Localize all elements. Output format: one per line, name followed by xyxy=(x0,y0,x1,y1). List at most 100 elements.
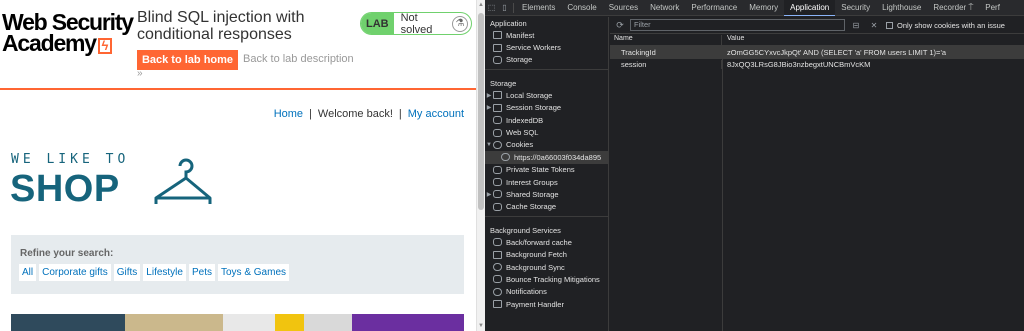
cookies-table: Name Value TrackingId zOmGG5CYxvcJkpQt' … xyxy=(610,35,1024,331)
nav-separator: | xyxy=(309,108,312,120)
section-background-services: Background Services xyxy=(490,225,561,235)
only-issues-checkbox[interactable] xyxy=(886,21,893,29)
cookie-value[interactable]: 8JxQQ3LRsG8JBio3nzbegxtUNCBmVcKM xyxy=(722,60,1024,69)
scroll-down-icon[interactable]: ▼ xyxy=(478,323,484,329)
cookie-value[interactable]: zOmGG5CYxvcJkpQt' AND (SELECT 'a' FROM u… xyxy=(722,48,1024,57)
sidebar-item-interest-groups[interactable]: Interest Groups xyxy=(485,176,608,188)
tab-application[interactable]: Application xyxy=(784,0,836,16)
scrollbar-thumb[interactable] xyxy=(478,13,484,210)
sync-icon xyxy=(493,250,502,259)
sidebar-item-bounce-tracking[interactable]: Bounce Tracking Mitigations xyxy=(485,273,608,285)
my-account-link[interactable]: My account xyxy=(408,108,464,120)
back-to-lab-home-button[interactable]: Back to lab home xyxy=(137,50,238,70)
card-icon xyxy=(493,300,502,309)
product-image[interactable] xyxy=(223,314,275,331)
bell-icon xyxy=(493,287,502,296)
tab-recorder[interactable]: Recorder ⍑ xyxy=(927,0,979,16)
tab-memory[interactable]: Memory xyxy=(743,0,784,16)
tab-sources[interactable]: Sources xyxy=(603,0,644,16)
scroll-up-icon[interactable]: ▲ xyxy=(478,2,484,8)
clear-filtered-icon[interactable]: ⊟ xyxy=(849,21,863,30)
lab-title: Blind SQL injection with conditional res… xyxy=(137,9,305,43)
sidebar-item-indexeddb[interactable]: IndexedDB xyxy=(485,114,608,126)
database-icon xyxy=(493,202,502,211)
chevron-right-icon: » xyxy=(137,68,143,79)
expand-arrow-icon[interactable]: ▶ xyxy=(485,191,493,198)
sidebar-item-session-storage[interactable]: ▶ Session Storage xyxy=(485,102,608,114)
filter-gifts[interactable]: Gifts xyxy=(113,264,141,281)
logo-line2: Academy xyxy=(2,30,97,56)
product-image[interactable] xyxy=(275,314,304,331)
delete-selected-icon[interactable]: ✕ xyxy=(867,21,881,30)
product-image[interactable] xyxy=(11,314,125,331)
cookie-name[interactable]: TrackingId xyxy=(610,47,722,57)
application-sidebar: Application Manifest Service Workers Sto… xyxy=(485,17,609,331)
column-header-value[interactable]: Value xyxy=(722,35,1024,45)
category-filters: All Corporate gifts Gifts Lifestyle Pets… xyxy=(19,264,290,281)
sync-icon xyxy=(493,263,502,272)
sidebar-item-background-fetch[interactable]: Background Fetch xyxy=(485,248,608,260)
section-application: Application xyxy=(490,18,527,28)
home-link[interactable]: Home xyxy=(274,108,303,120)
table-row[interactable]: session 8JxQQ3LRsG8JBio3nzbegxtUNCBmVcKM xyxy=(610,59,1024,72)
tab-performance[interactable]: Performance xyxy=(685,0,743,16)
sidebar-item-web-sql[interactable]: Web SQL xyxy=(485,126,608,138)
header-divider xyxy=(0,88,476,90)
inspect-element-icon[interactable]: ⬚ xyxy=(485,0,498,16)
product-image[interactable] xyxy=(304,314,352,331)
product-image[interactable] xyxy=(125,314,223,331)
tab-lighthouse[interactable]: Lighthouse xyxy=(876,0,927,16)
page-scrollbar[interactable]: ▲ ▼ xyxy=(476,0,485,331)
database-icon xyxy=(493,238,502,247)
collapse-arrow-icon[interactable]: ▼ xyxy=(485,142,493,148)
filter-pets[interactable]: Pets xyxy=(188,264,215,281)
grid-icon xyxy=(493,91,502,100)
table-row[interactable]: TrackingId zOmGG5CYxvcJkpQt' AND (SELECT… xyxy=(610,46,1024,59)
device-toolbar-icon[interactable]: ▯ xyxy=(498,0,511,16)
tab-console[interactable]: Console xyxy=(561,0,602,16)
filter-corporate-gifts[interactable]: Corporate gifts xyxy=(39,264,111,281)
shop-title: SHOP xyxy=(10,168,120,210)
cookie-icon xyxy=(493,140,502,149)
sidebar-item-private-state-tokens[interactable]: Private State Tokens xyxy=(485,164,608,176)
academy-logo[interactable]: Web Security Academy ϟ xyxy=(2,11,134,56)
sidebar-item-cache-storage[interactable]: Cache Storage xyxy=(485,201,608,213)
expand-arrow-icon[interactable]: ▶ xyxy=(485,104,493,111)
sidebar-item-cookies[interactable]: ▼ Cookies xyxy=(485,139,608,151)
back-to-lab-description-link[interactable]: Back to lab description xyxy=(243,53,354,65)
tab-performance-insights[interactable]: Perf xyxy=(979,0,1006,16)
hanger-icon xyxy=(154,158,212,204)
column-header-name[interactable]: Name xyxy=(610,35,722,45)
sidebar-item-local-storage[interactable]: ▶ Local Storage xyxy=(485,89,608,101)
lab-status-widget: LAB Not solved ⚗ xyxy=(360,12,472,35)
tab-network[interactable]: Network xyxy=(644,0,685,16)
database-icon xyxy=(493,55,502,64)
sidebar-item-background-sync[interactable]: Background Sync xyxy=(485,261,608,273)
refresh-icon[interactable]: ⟳ xyxy=(613,20,627,31)
product-image[interactable] xyxy=(352,314,464,331)
filter-all[interactable]: All xyxy=(19,264,37,281)
sidebar-item-back-forward-cache[interactable]: Back/forward cache xyxy=(485,236,608,248)
database-icon xyxy=(493,165,502,174)
table-header: Name Value xyxy=(610,35,1024,46)
sidebar-item-notifications[interactable]: Notifications xyxy=(485,286,608,298)
flash-icon: ϟ xyxy=(97,38,112,54)
shop-tagline: WE LIKE TO xyxy=(11,152,130,167)
sidebar-item-service-workers[interactable]: Service Workers xyxy=(485,41,608,53)
filter-lifestyle[interactable]: Lifestyle xyxy=(143,264,186,281)
database-icon xyxy=(493,128,502,137)
tab-elements[interactable]: Elements xyxy=(516,0,561,16)
sidebar-item-manifest[interactable]: Manifest xyxy=(485,29,608,41)
welcome-text: Welcome back! xyxy=(317,108,393,120)
sidebar-item-storage[interactable]: Storage xyxy=(485,54,608,66)
cookie-name[interactable]: session xyxy=(610,60,722,70)
tab-security[interactable]: Security xyxy=(835,0,876,16)
sidebar-item-payment-handler[interactable]: Payment Handler xyxy=(485,298,608,310)
filter-toys-games[interactable]: Toys & Games xyxy=(217,264,290,281)
sidebar-item-cookie-origin[interactable]: https://0a66003f034da895 xyxy=(485,151,608,164)
sidebar-item-shared-storage[interactable]: ▶ Shared Storage xyxy=(485,188,608,200)
filter-input[interactable]: Filter xyxy=(630,19,845,31)
devtools-tabbar: ⬚ ▯ Elements Console Sources Network Per… xyxy=(485,0,1024,16)
expand-arrow-icon[interactable]: ▶ xyxy=(485,92,493,99)
top-nav: Home | Welcome back! | My account xyxy=(274,108,464,120)
